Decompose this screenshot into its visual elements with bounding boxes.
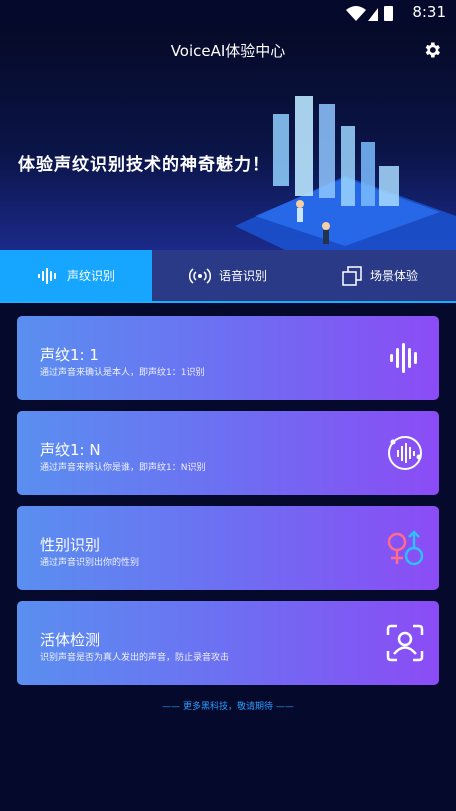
gender-icon <box>387 530 424 566</box>
card-gender-recognition[interactable]: 性别识别 通过声音识别出你的性别 <box>17 506 439 590</box>
face-scan-icon <box>386 624 424 662</box>
card-title: 声纹1: 1 <box>40 346 99 364</box>
card-description: 识别声音是否为真人发出的声音，防止录音攻击 <box>40 653 230 663</box>
card-description: 通过声音来确认是本人，即声纹1：1识别 <box>40 368 205 378</box>
card-voiceprint-1-1[interactable]: 声纹1: 1 通过声音来确认是本人，即声纹1：1识别 <box>17 316 439 400</box>
banner-illustration <box>235 96 456 250</box>
app-title: VoiceAI体验中心 <box>170 42 286 60</box>
status-bar: 8:31 <box>0 0 456 26</box>
card-title: 声纹1: N <box>40 441 101 459</box>
settings-gear-icon[interactable] <box>422 40 442 60</box>
broadcast-icon <box>188 267 211 284</box>
tab-speech-label: 语音识别 <box>218 269 267 283</box>
card-description: 通过声音识别出你的性别 <box>40 558 140 568</box>
card-liveness-detection[interactable]: 活体检测 识别声音是否为真人发出的声音，防止录音攻击 <box>17 601 439 685</box>
feature-card-list: 声纹1: 1 通过声音来确认是本人，即声纹1：1识别 声纹1: N 通过声音来辨… <box>17 316 439 696</box>
status-icons <box>346 6 393 21</box>
card-title: 活体检测 <box>40 631 101 649</box>
card-description: 通过声音来辨认你是谁，即声纹1：N识别 <box>40 463 206 473</box>
circle-soundwave-icon <box>388 436 422 470</box>
footer-note: —— 更多黑科技，敬请期待 —— <box>162 702 294 712</box>
status-time: 8:31 <box>412 3 446 21</box>
tab-voiceprint-label: 声纹识别 <box>66 269 115 283</box>
tab-scene-experience[interactable]: 场景体验 <box>304 250 456 301</box>
header-banner: VoiceAI体验中心 体验声纹识别技术的神奇魅力！ <box>0 26 456 250</box>
soundwave-icon <box>390 343 417 373</box>
tab-voiceprint[interactable]: 声纹识别 <box>0 250 152 301</box>
card-title: 性别识别 <box>40 536 101 554</box>
tab-speech-recognition[interactable]: 语音识别 <box>152 250 304 301</box>
card-voiceprint-1-n[interactable]: 声纹1: N 通过声音来辨认你是谁，即声纹1：N识别 <box>17 411 439 495</box>
tab-scene-label: 场景体验 <box>369 269 418 283</box>
soundwave-icon <box>37 267 56 284</box>
layers-icon <box>342 265 362 286</box>
tab-bar: 声纹识别 语音识别 场景体验 <box>0 250 456 303</box>
